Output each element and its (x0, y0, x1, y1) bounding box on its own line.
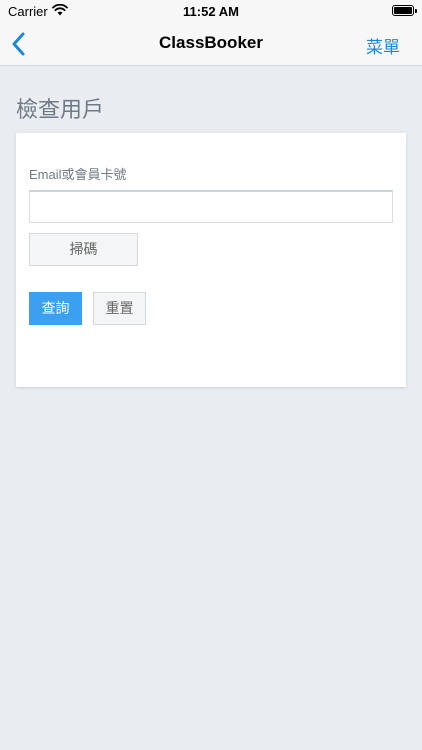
page-title: 檢查用戶 (16, 97, 105, 122)
status-time: 11:52 AM (183, 4, 239, 19)
battery-icon (392, 5, 417, 16)
navigation-bar: ClassBooker 菜單 (0, 22, 422, 66)
app-title: ClassBooker (159, 33, 263, 52)
reset-button[interactable]: 重置 (93, 292, 146, 325)
query-button[interactable]: 查詢 (29, 292, 82, 325)
email-field-label: Email或會員卡號 (29, 167, 127, 182)
email-or-card-input[interactable] (29, 190, 393, 223)
menu-button[interactable]: 菜單 (366, 33, 400, 58)
check-user-card: Email或會員卡號 掃碼 查詢 重置 (16, 133, 406, 387)
scan-button[interactable]: 掃碼 (29, 233, 138, 266)
status-bar: Carrier 11:52 AM (0, 0, 422, 22)
